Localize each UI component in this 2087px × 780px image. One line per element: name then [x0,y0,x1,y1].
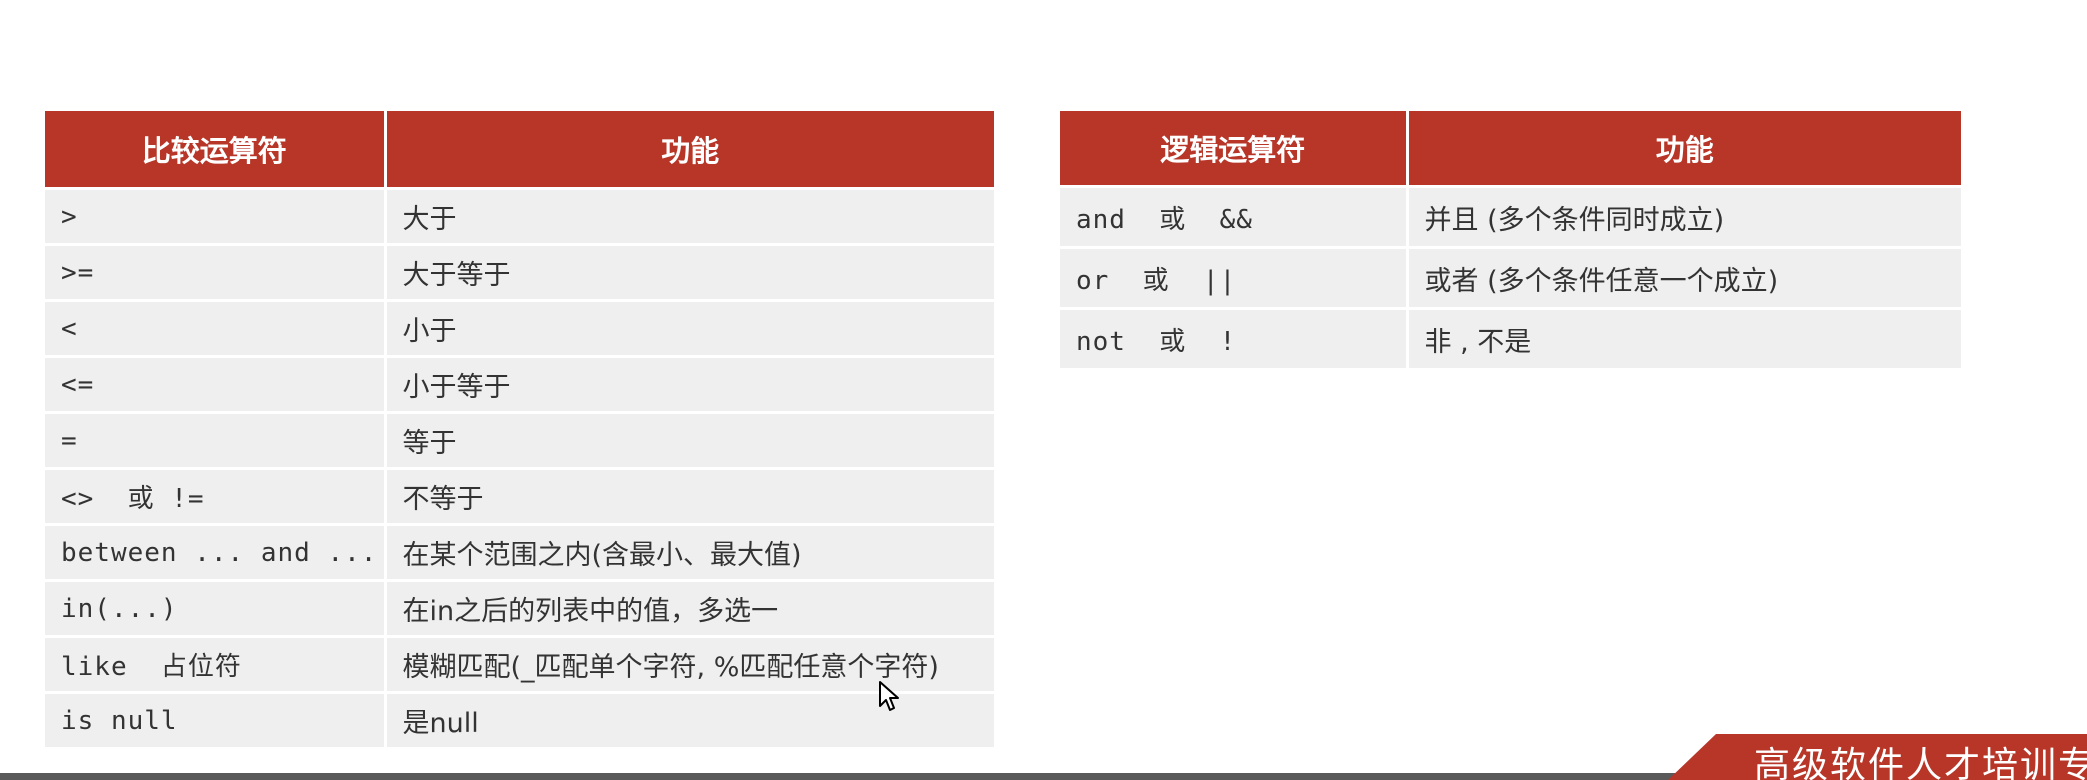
header-function: 功能 [385,111,994,189]
operator-cell: not 或 ! [1060,307,1409,368]
operator-cell: <= [45,355,387,413]
operator-cell: = [45,411,387,469]
header-operator: 逻辑运算符 [1060,111,1409,187]
function-cell: 在in之后的列表中的值，多选一 [385,579,994,637]
operator-cell: is null [45,691,387,747]
table-row: > 大于 [45,187,994,245]
function-cell: 并且 (多个条件同时成立) [1407,185,1961,248]
table-header-row: 逻辑运算符 功能 [1060,111,1961,187]
table-row: like 占位符 模糊匹配(_匹配单个字符, %匹配任意个字符) [45,635,994,693]
operator-cell: <> 或 != [45,467,387,525]
operator-cell: between ... and ... [45,523,387,581]
comparison-operators-table: 比较运算符 功能 > 大于 >= 大于等于 < 小于 <= 小于等于 = 等于 … [45,111,994,747]
table-row: < 小于 [45,299,994,357]
function-cell: 小于 [385,299,994,357]
table-row: <= 小于等于 [45,355,994,413]
function-cell: 非 , 不是 [1407,307,1961,368]
operator-cell: in(...) [45,579,387,637]
table-row: and 或 && 并且 (多个条件同时成立) [1060,185,1961,248]
table-row: or 或 || 或者 (多个条件任意一个成立) [1060,246,1961,309]
function-cell: 大于 [385,187,994,245]
function-cell: 模糊匹配(_匹配单个字符, %匹配任意个字符) [385,635,994,693]
banner-text: 高级软件人才培训专家 [1754,745,2087,780]
table-row: <> 或 != 不等于 [45,467,994,525]
mouse-pointer-icon [878,680,900,716]
header-operator: 比较运算符 [45,111,387,189]
operator-cell: > [45,187,387,245]
table-header-row: 比较运算符 功能 [45,111,994,189]
table-row: = 等于 [45,411,994,469]
operator-cell: < [45,299,387,357]
function-cell: 或者 (多个条件任意一个成立) [1407,246,1961,309]
table-row: not 或 ! 非 , 不是 [1060,307,1961,368]
operator-cell: or 或 || [1060,246,1409,309]
function-cell: 在某个范围之内(含最小、最大值) [385,523,994,581]
function-cell: 等于 [385,411,994,469]
table-row: in(...) 在in之后的列表中的值，多选一 [45,579,994,637]
logical-operators-table: 逻辑运算符 功能 and 或 && 并且 (多个条件同时成立) or 或 || … [1060,111,1961,368]
table-row: between ... and ... 在某个范围之内(含最小、最大值) [45,523,994,581]
function-cell: 不等于 [385,467,994,525]
brand-banner: 高级软件人才培训专家 [1668,734,2087,780]
operator-cell: >= [45,243,387,301]
table-row: is null 是null [45,691,994,747]
function-cell: 是null [385,691,994,747]
operator-cell: and 或 && [1060,185,1409,248]
operator-cell: like 占位符 [45,635,387,693]
function-cell: 大于等于 [385,243,994,301]
table-row: >= 大于等于 [45,243,994,301]
function-cell: 小于等于 [385,355,994,413]
header-function: 功能 [1407,111,1961,187]
